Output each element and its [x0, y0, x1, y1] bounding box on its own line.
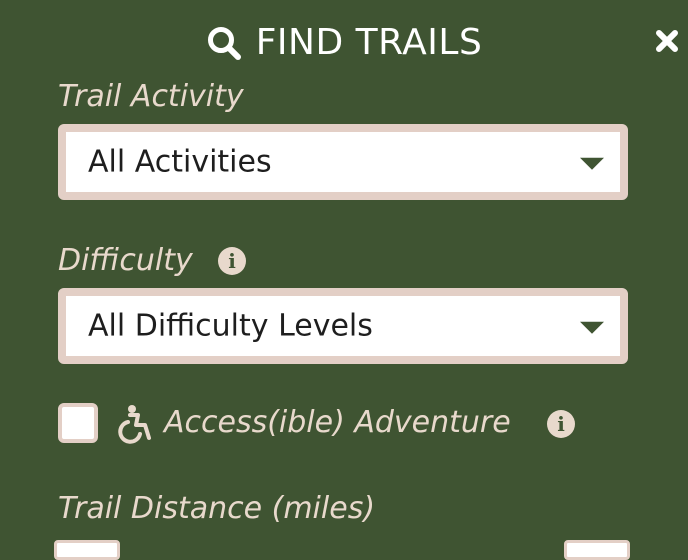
accessible-adventure-checkbox[interactable]: [58, 403, 98, 443]
info-icon[interactable]: i: [547, 410, 575, 438]
search-icon: [207, 27, 241, 60]
difficulty-value: All Difficulty Levels: [88, 308, 373, 344]
distance-max-handle[interactable]: [564, 540, 630, 560]
info-icon[interactable]: i: [218, 247, 246, 275]
chevron-down-icon: [580, 321, 604, 334]
trail-activity-label: Trail Activity: [58, 79, 244, 114]
panel-title: FIND TRAILS: [255, 22, 483, 63]
difficulty-select[interactable]: All Difficulty Levels: [58, 288, 628, 364]
close-button[interactable]: [652, 26, 682, 56]
close-icon: [656, 30, 678, 52]
trail-distance-label: Trail Distance (miles): [58, 491, 376, 526]
trail-activity-value: All Activities: [88, 144, 272, 180]
accessible-adventure-label: Access(ible) Adventure: [164, 405, 511, 440]
chevron-down-icon: [580, 157, 604, 170]
background-page-peek: [60, 0, 620, 2]
distance-min-handle[interactable]: [54, 540, 120, 560]
difficulty-label: Difficulty: [58, 243, 193, 278]
wheelchair-icon: [118, 405, 151, 444]
trail-activity-select[interactable]: All Activities: [58, 124, 628, 200]
panel-header: FIND TRAILS: [0, 16, 688, 70]
